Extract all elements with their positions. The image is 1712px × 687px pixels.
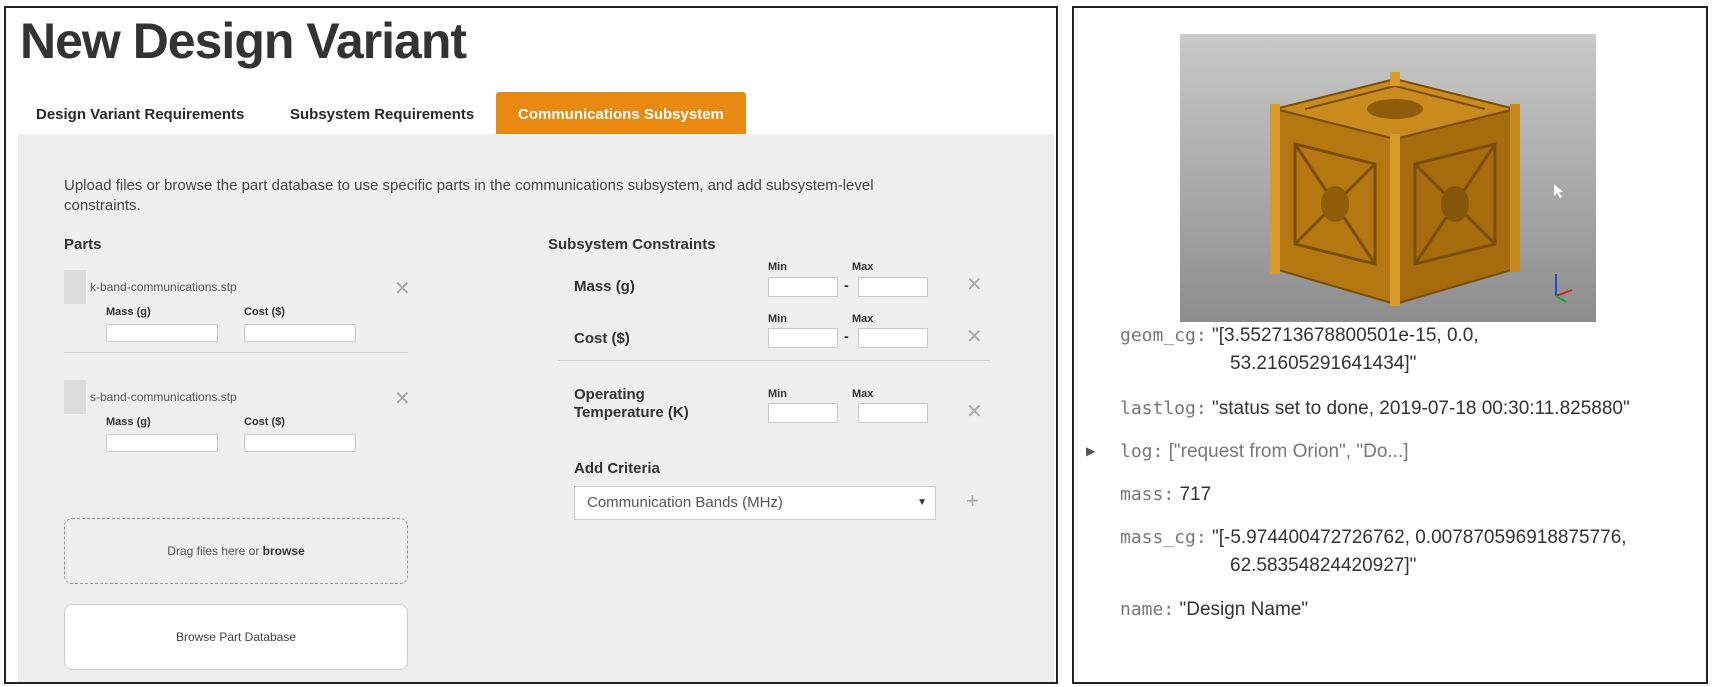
field-value-continued: 53.21605291641434]" xyxy=(1230,353,1417,374)
field-value: 717 xyxy=(1179,484,1212,505)
part-filename: k-band-communications.stp xyxy=(90,280,237,294)
expand-triangle-icon[interactable]: ▶ xyxy=(1086,444,1095,458)
tab-content: Upload files or browse the part database… xyxy=(18,134,1054,682)
field-key: log xyxy=(1120,441,1153,462)
part-mass-input[interactable] xyxy=(106,434,218,452)
remove-part-icon[interactable]: ✕ xyxy=(394,386,411,411)
field-mass-cg: mass_cg: "[-5.974400472726762, 0.0078705… xyxy=(1120,524,1627,551)
temperature-label-line2: Temperature (K) xyxy=(574,404,689,421)
tab-communications-subsystem[interactable]: Communications Subsystem xyxy=(496,92,746,140)
subsystem-constraints-title: Subsystem Constraints xyxy=(548,236,716,253)
part-mass-label: Mass (g) xyxy=(106,416,151,428)
mass-min-input[interactable] xyxy=(768,277,838,297)
file-dropzone[interactable]: Drag files here or browse xyxy=(64,518,408,584)
mass-max-input[interactable] xyxy=(858,277,928,297)
remove-constraint-icon[interactable]: ✕ xyxy=(966,399,983,424)
criteria-select[interactable]: Communication Bands (MHz) ▼ xyxy=(574,486,936,520)
part-mass-label: Mass (g) xyxy=(106,306,151,318)
temperature-label-line1: Operating xyxy=(574,386,645,403)
dropzone-text: Drag files here or xyxy=(167,544,263,558)
part-filename: s-band-communications.stp xyxy=(90,390,237,404)
constraint-temperature-label: Operating Temperature (K) xyxy=(574,386,689,422)
max-label: Max xyxy=(852,388,874,400)
browse-part-database-button[interactable]: Browse Part Database xyxy=(64,604,408,670)
caret-down-icon: ▼ xyxy=(917,497,927,508)
remove-part-icon[interactable]: ✕ xyxy=(394,276,411,301)
remove-constraint-icon[interactable]: ✕ xyxy=(966,272,983,297)
new-design-variant-panel: New Design Variant Design Variant Requir… xyxy=(4,6,1058,684)
max-label: Max xyxy=(852,313,874,325)
field-key: name xyxy=(1120,599,1164,620)
field-value: ["request from Orion", "Do...] xyxy=(1168,441,1409,462)
field-key: mass xyxy=(1120,484,1164,505)
cost-max-input[interactable] xyxy=(858,328,928,348)
min-label: Min xyxy=(768,313,787,325)
field-value: "[3.552713678800501e-15, 0.0, xyxy=(1211,325,1479,346)
part-cost-label: Cost ($) xyxy=(244,416,285,428)
temperature-min-input[interactable] xyxy=(768,403,838,423)
intro-text: Upload files or browse the part database… xyxy=(64,177,874,214)
browse-link[interactable]: browse xyxy=(263,544,305,558)
part-thumbnail xyxy=(64,270,86,304)
field-geom-cg: geom_cg: "[3.552713678800501e-15, 0.0, xyxy=(1120,322,1479,349)
part-cost-input[interactable] xyxy=(244,434,356,452)
remove-constraint-icon[interactable]: ✕ xyxy=(966,324,983,349)
part-cost-label: Cost ($) xyxy=(244,306,285,318)
parts-divider xyxy=(64,352,408,353)
field-colon: : xyxy=(1152,441,1164,462)
parts-title: Parts xyxy=(64,236,102,253)
min-label: Min xyxy=(768,261,787,273)
field-colon: : xyxy=(1195,527,1207,548)
range-dash: - xyxy=(844,328,849,344)
field-key: lastlog xyxy=(1120,398,1196,419)
add-criteria-title: Add Criteria xyxy=(574,460,660,477)
field-key: geom_cg xyxy=(1120,325,1196,346)
field-lastlog: lastlog: "status set to done, 2019-07-18… xyxy=(1120,395,1630,422)
field-colon: : xyxy=(1195,398,1207,419)
tab-subsystem-requirements[interactable]: Subsystem Requirements xyxy=(290,92,474,140)
constraint-mass-label: Mass (g) xyxy=(574,278,635,295)
field-name: name: "Design Name" xyxy=(1120,596,1308,623)
temperature-max-input[interactable] xyxy=(858,403,928,423)
field-mass: mass: 717 xyxy=(1120,481,1211,508)
field-value-continued: 62.58354824420927]" xyxy=(1230,555,1417,576)
field-colon: : xyxy=(1163,599,1175,620)
min-label: Min xyxy=(768,388,787,400)
field-colon: : xyxy=(1163,484,1175,505)
field-colon: : xyxy=(1195,325,1207,346)
range-dash: - xyxy=(844,277,849,293)
constraints-divider xyxy=(558,360,990,361)
cubesat-model-image xyxy=(1270,72,1573,306)
object-inspector-panel: geom_cg: "[3.552713678800501e-15, 0.0, 5… xyxy=(1072,6,1708,684)
criteria-select-value: Communication Bands (MHz) xyxy=(587,494,783,511)
field-value: "Design Name" xyxy=(1179,599,1309,620)
cost-min-input[interactable] xyxy=(768,328,838,348)
part-cost-input[interactable] xyxy=(244,324,356,342)
field-log[interactable]: log: ["request from Orion", "Do...] xyxy=(1120,438,1409,465)
constraint-cost-label: Cost ($) xyxy=(574,330,630,347)
tab-design-variant-requirements[interactable]: Design Variant Requirements xyxy=(36,92,244,140)
cubesat-model-viewer[interactable] xyxy=(1180,34,1596,322)
field-value: "[-5.974400472726762, 0.0078705969188757… xyxy=(1211,527,1627,548)
add-criteria-plus-icon[interactable]: + xyxy=(966,488,979,514)
field-value: "status set to done, 2019-07-18 00:30:11… xyxy=(1211,398,1630,419)
part-thumbnail xyxy=(64,380,86,414)
part-mass-input[interactable] xyxy=(106,324,218,342)
max-label: Max xyxy=(852,261,874,273)
field-key: mass_cg xyxy=(1120,527,1196,548)
page-title: New Design Variant xyxy=(20,13,467,69)
